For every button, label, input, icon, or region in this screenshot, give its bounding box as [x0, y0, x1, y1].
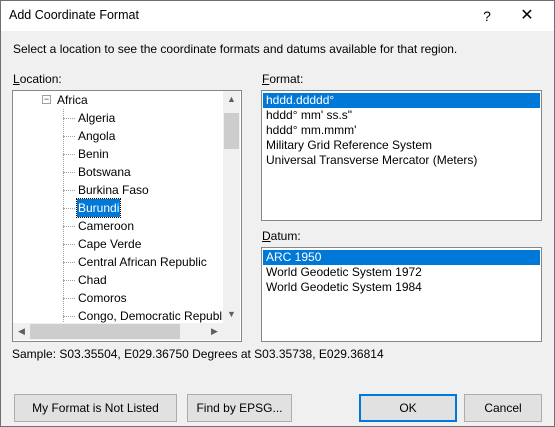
- location-vertical-scrollbar[interactable]: ▲ ▼: [223, 91, 240, 323]
- format-list-item[interactable]: Military Grid Reference System: [263, 138, 540, 153]
- tree-item-label[interactable]: Botswana: [77, 163, 132, 181]
- help-button[interactable]: ?: [473, 5, 501, 27]
- datum-label: Datum:: [262, 229, 301, 243]
- close-icon[interactable]: ✕: [513, 5, 541, 27]
- find-by-epsg-button[interactable]: Find by EPSG...: [187, 394, 292, 422]
- tree-connector-line: [63, 244, 75, 245]
- format-list-item[interactable]: hddd° mm' ss.s": [263, 108, 540, 123]
- scroll-up-icon[interactable]: ▲: [223, 91, 240, 108]
- tree-connector-line: [63, 190, 75, 191]
- tree-item-label[interactable]: Burkina Faso: [77, 181, 150, 199]
- datum-list-item[interactable]: World Geodetic System 1972: [263, 265, 540, 280]
- format-list[interactable]: hddd.ddddd° hddd° mm' ss.s" hddd° mm.mmm' M…: [261, 90, 542, 221]
- datum-list[interactable]: ARC 1950 World Geodetic System 1972 World …: [261, 247, 542, 342]
- format-list-item[interactable]: Universal Transverse Mercator (Meters): [263, 153, 540, 168]
- location-label: Location:: [13, 72, 62, 86]
- tree-item-label[interactable]: Central African Republic: [77, 253, 208, 271]
- scrollbar-corner: [223, 323, 240, 340]
- tree-connector-line: [63, 109, 64, 324]
- format-label: Format:: [262, 72, 304, 86]
- tree-item-label[interactable]: Angola: [77, 127, 116, 145]
- tree-connector-line: [63, 298, 75, 299]
- tree-node-label[interactable]: Africa: [57, 91, 88, 109]
- scroll-left-icon[interactable]: ◀: [13, 323, 30, 340]
- tree-item-label[interactable]: Chad: [77, 271, 108, 289]
- tree-connector-line: [63, 172, 75, 173]
- tree-connector-line: [63, 208, 75, 209]
- tree-item-label[interactable]: Benin: [77, 145, 110, 163]
- window-title: Add Coordinate Format: [9, 8, 139, 22]
- sample-text: Sample: S03.35504, E029.36750 Degrees at…: [12, 347, 384, 361]
- tree-connector-line: [63, 136, 75, 137]
- ok-button[interactable]: OK: [359, 394, 457, 422]
- tree-connector-line: [63, 280, 75, 281]
- tree-item-label[interactable]: Cameroon: [77, 217, 135, 235]
- tree-connector-line: [63, 118, 75, 119]
- format-list-item[interactable]: hddd° mm.mmm': [263, 123, 540, 138]
- cancel-button[interactable]: Cancel: [464, 394, 542, 422]
- datum-list-item[interactable]: World Geodetic System 1984: [263, 280, 540, 295]
- add-coordinate-format-dialog: Add Coordinate Format ? ✕ Select a locat…: [0, 0, 555, 427]
- tree-item-label[interactable]: Cape Verde: [77, 235, 142, 253]
- scrollbar-thumb[interactable]: [30, 324, 180, 339]
- scrollbar-thumb[interactable]: [224, 113, 239, 149]
- location-tree[interactable]: − Africa Algeria Angola Benin Botswana Burki…: [12, 90, 242, 342]
- tree-connector-line: [63, 262, 75, 263]
- my-format-not-listed-button[interactable]: My Format is Not Listed: [14, 394, 177, 422]
- tree-connector-line: [63, 154, 75, 155]
- tree-item-label[interactable]: Comoros: [77, 289, 128, 307]
- scroll-down-icon[interactable]: ▼: [223, 306, 240, 323]
- tree-item-label[interactable]: Burundi: [75, 198, 122, 218]
- format-list-item[interactable]: hddd.ddddd°: [263, 93, 540, 108]
- tree-connector-line: [63, 316, 75, 317]
- tree-connector-line: [63, 226, 75, 227]
- collapse-icon[interactable]: −: [42, 95, 51, 104]
- title-bar: Add Coordinate Format ? ✕: [1, 1, 554, 31]
- instruction-text: Select a location to see the coordinate …: [13, 42, 458, 56]
- datum-list-item[interactable]: ARC 1950: [263, 250, 540, 265]
- tree-item-label[interactable]: Algeria: [77, 109, 116, 127]
- location-horizontal-scrollbar[interactable]: ◀ ▶: [13, 323, 223, 340]
- scroll-right-icon[interactable]: ▶: [206, 323, 223, 340]
